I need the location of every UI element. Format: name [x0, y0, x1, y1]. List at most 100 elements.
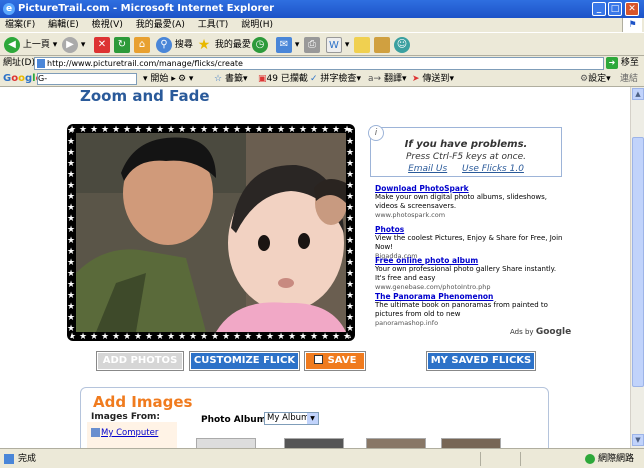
- history-button[interactable]: ◷: [252, 36, 268, 54]
- album-thumbnail[interactable]: [284, 438, 344, 448]
- star-icon: ★: [197, 36, 211, 53]
- add-images-panel: Add Images Images From: My Computer Phot…: [80, 387, 549, 448]
- spellcheck-button[interactable]: ✓ 拼字檢查▾: [310, 71, 361, 87]
- add-photos-button[interactable]: ADD PHOTOS: [97, 352, 183, 370]
- go-button[interactable]: ➜ 移至: [606, 57, 639, 70]
- status-divider: [520, 452, 521, 466]
- info-line-1: If you have problems.: [404, 139, 528, 150]
- photo-image: [76, 133, 346, 332]
- scroll-down-arrow-icon[interactable]: ▼: [632, 434, 644, 446]
- back-button[interactable]: ◀ 上一頁 ▾: [4, 36, 57, 54]
- ad-item[interactable]: Download PhotoSpark Make your own digita…: [375, 184, 565, 220]
- menu-help[interactable]: 說明(H): [236, 18, 278, 32]
- album-thumbnail[interactable]: [196, 438, 256, 448]
- settings-button[interactable]: ⚙設定▾: [580, 71, 611, 87]
- google-toolbar: Google G- ▾ 開始 ▸ ⚙ ▾ ☆ 書籤▾ ▣49 已攔截 ✓ 拼字檢…: [0, 71, 644, 87]
- save-button[interactable]: SAVE: [305, 352, 365, 370]
- bookmarks-label: 書籤: [224, 74, 243, 84]
- ad-title[interactable]: Free online photo album: [375, 256, 565, 265]
- send-to-button[interactable]: ➤ 傳送到▾: [412, 71, 454, 87]
- bookmarks-button[interactable]: ☆ 書籤▾: [214, 71, 248, 87]
- bookmark-star-icon: ☆: [214, 74, 223, 84]
- send-label: 傳送到: [422, 74, 450, 84]
- maximize-button[interactable]: □: [608, 2, 622, 16]
- google-icons[interactable]: ⚙ ▾: [178, 71, 193, 87]
- ad-url[interactable]: www.genebase.com/photoIntro.php: [375, 283, 565, 292]
- edit-button[interactable]: W ▾: [326, 36, 349, 54]
- menu-file[interactable]: 檔案(F): [0, 18, 40, 32]
- album-thumbnail[interactable]: [366, 438, 426, 448]
- print-icon: ⎙: [304, 36, 320, 53]
- my-computer-link[interactable]: My Computer: [101, 428, 158, 438]
- print-button[interactable]: ⎙: [304, 36, 320, 54]
- ad-title[interactable]: The Panorama Phenomenon: [375, 292, 565, 301]
- ads-by-google[interactable]: Ads by Google: [510, 327, 571, 337]
- close-button[interactable]: ✕: [625, 2, 639, 16]
- spellcheck-icon: ✓: [310, 74, 318, 84]
- address-label: 網址(D): [3, 58, 35, 68]
- go-arrow-icon: ➜: [606, 57, 618, 69]
- links-label[interactable]: 連結: [620, 71, 638, 87]
- photo-album-select[interactable]: My Album ▼: [264, 412, 319, 425]
- ad-item[interactable]: Free online photo album Your own profess…: [375, 256, 565, 292]
- status-bar: 完成 網際網路: [0, 448, 644, 468]
- forward-button[interactable]: ▶ ▾: [62, 36, 85, 54]
- my-saved-flicks-button[interactable]: MY SAVED FLICKS: [427, 352, 535, 370]
- discuss-button[interactable]: [354, 36, 370, 54]
- window-title: PictureTrail.com - Microsoft Internet Ex…: [18, 3, 275, 14]
- forward-arrow-icon: ▶: [62, 36, 78, 53]
- research-button[interactable]: [374, 36, 390, 54]
- blocker-icon: ▣: [258, 74, 267, 84]
- minimize-button[interactable]: _: [592, 2, 606, 16]
- go-label: 移至: [620, 58, 639, 68]
- stop-button[interactable]: ✕: [94, 36, 110, 54]
- menu-tools[interactable]: 工具(T): [193, 18, 234, 32]
- images-from-label: Images From:: [91, 412, 161, 422]
- ad-title[interactable]: Photos: [375, 225, 565, 234]
- refresh-icon: ↻: [114, 36, 130, 53]
- messenger-button[interactable]: ☺: [394, 36, 410, 54]
- album-thumbnail[interactable]: [441, 438, 501, 448]
- refresh-button[interactable]: ↻: [114, 36, 130, 54]
- scroll-up-arrow-icon[interactable]: ▲: [632, 88, 644, 100]
- menu-edit[interactable]: 編輯(E): [43, 18, 84, 32]
- use-flicks-link[interactable]: Use Flicks 1.0: [462, 164, 524, 174]
- ad-item[interactable]: The Panorama Phenomenon The ultimate boo…: [375, 292, 565, 328]
- menu-view[interactable]: 檢視(V): [87, 18, 128, 32]
- status-text: 完成: [18, 454, 37, 464]
- search-icon: ⚲: [156, 36, 172, 53]
- address-input[interactable]: http://www.picturetrail.com/manage/flick…: [34, 57, 604, 70]
- globe-icon: [584, 453, 595, 464]
- home-button[interactable]: ⌂: [134, 36, 150, 54]
- computer-icon: [91, 428, 100, 437]
- ad-title[interactable]: Download PhotoSpark: [375, 184, 565, 193]
- vertical-scrollbar[interactable]: ▲ ▼: [630, 87, 644, 448]
- status-divider: [480, 452, 481, 466]
- folder-icon: [374, 36, 390, 53]
- page-icon: [37, 59, 45, 68]
- windows-flag-icon: ⚑: [622, 18, 642, 32]
- ads-by-brand: Google: [535, 327, 572, 337]
- address-url: http://www.picturetrail.com/manage/flick…: [47, 59, 243, 68]
- page-viewport: Zoom and Fade ★ ★: [0, 87, 630, 448]
- flick-preview-frame: ★ ★: [67, 124, 355, 341]
- customize-flick-button[interactable]: CUSTOMIZE FLICK: [190, 352, 299, 370]
- popup-blocker-button[interactable]: ▣49 已攔截: [258, 71, 308, 87]
- info-line-2: Press Ctrl-F5 keys at once.: [405, 152, 526, 162]
- search-button[interactable]: ⚲ 搜尋: [156, 36, 193, 54]
- email-us-link[interactable]: Email Us: [408, 164, 447, 174]
- ad-text: Your own professional photo gallery Shar…: [375, 265, 557, 282]
- ad-url[interactable]: www.photospark.com: [375, 211, 565, 220]
- google-search-input[interactable]: G-: [37, 73, 137, 85]
- ad-text: Make your own digital photo albums, slid…: [375, 193, 547, 210]
- flick-photo[interactable]: [76, 133, 346, 332]
- favorites-button[interactable]: ★ 我的最愛: [196, 36, 251, 54]
- mail-icon: ✉: [276, 36, 292, 53]
- menu-favorites[interactable]: 我的最愛(A): [131, 18, 190, 32]
- translate-icon: a→: [368, 74, 382, 84]
- mail-button[interactable]: ✉ ▾: [276, 36, 299, 54]
- scroll-thumb[interactable]: [632, 137, 644, 387]
- google-start-button[interactable]: ▾ 開始 ▸: [143, 71, 176, 87]
- translate-button[interactable]: a→ 翻譯▾: [368, 71, 406, 87]
- home-icon: ⌂: [134, 36, 150, 53]
